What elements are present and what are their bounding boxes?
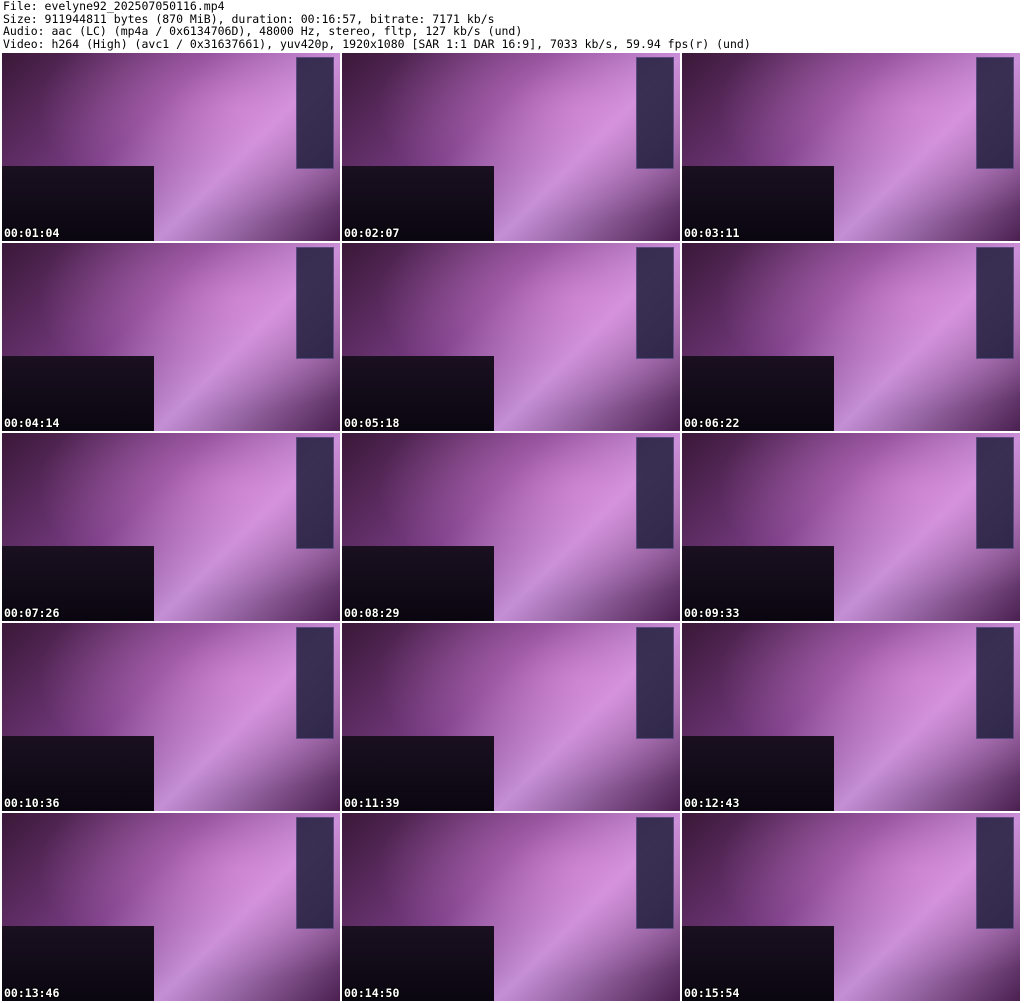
stream-overlay-panel [636,57,674,169]
stream-overlay-panel [296,817,334,929]
thumbnail-timestamp: 00:07:26 [4,606,60,620]
stream-overlay-panel [296,437,334,549]
video-thumbnail: 00:01:04 [2,53,340,241]
video-thumbnail: 00:14:50 [342,813,680,1001]
video-thumbnail: 00:04:14 [2,243,340,431]
thumbnail-timestamp: 00:12:43 [684,796,740,810]
thumbnail-grid: 00:01:04 00:02:07 00:03:11 00:04:14 00:05:18… [2,53,1020,1001]
thumbnail-timestamp: 00:15:54 [684,986,740,1000]
stream-overlay-panel [976,247,1014,359]
stream-overlay-panel [636,437,674,549]
file-name: File: evelyne92_202507050116.mp4 [3,0,225,13]
video-thumbnail: 00:10:36 [2,623,340,811]
thumbnail-timestamp: 00:03:11 [684,226,740,240]
file-info-header: File: evelyne92_202507050116.mp4 Size: 9… [3,0,751,50]
stream-overlay-panel [636,247,674,359]
thumbnail-timestamp: 00:11:39 [344,796,400,810]
video-thumbnail: 00:06:22 [682,243,1020,431]
stream-overlay-panel [296,247,334,359]
stream-overlay-panel [976,817,1014,929]
thumbnail-timestamp: 00:05:18 [344,416,400,430]
stream-overlay-panel [976,57,1014,169]
video-thumbnail: 00:11:39 [342,623,680,811]
thumbnail-timestamp: 00:02:07 [344,226,400,240]
stream-overlay-panel [976,437,1014,549]
video-thumbnail: 00:02:07 [342,53,680,241]
thumbnail-timestamp: 00:10:36 [4,796,60,810]
audio-info: Audio: aac (LC) (mp4a / 0x6134706D), 480… [3,24,523,38]
thumbnail-timestamp: 00:13:46 [4,986,60,1000]
thumbnail-timestamp: 00:08:29 [344,606,400,620]
thumbnail-timestamp: 00:09:33 [684,606,740,620]
video-info: Video: h264 (High) (avc1 / 0x31637661), … [3,36,751,51]
video-thumbnail: 00:07:26 [2,433,340,621]
stream-overlay-panel [296,627,334,739]
thumbnail-timestamp: 00:06:22 [684,416,740,430]
video-thumbnail: 00:15:54 [682,813,1020,1001]
video-thumbnail: 00:12:43 [682,623,1020,811]
video-thumbnail: 00:03:11 [682,53,1020,241]
video-thumbnail: 00:13:46 [2,813,340,1001]
video-thumbnail: 00:05:18 [342,243,680,431]
video-thumbnail: 00:09:33 [682,433,1020,621]
thumbnail-timestamp: 00:14:50 [344,986,400,1000]
stream-overlay-panel [296,57,334,169]
stream-overlay-panel [636,817,674,929]
stream-overlay-panel [636,627,674,739]
stream-overlay-panel [976,627,1014,739]
thumbnail-timestamp: 00:04:14 [4,416,60,430]
video-thumbnail: 00:08:29 [342,433,680,621]
thumbnail-timestamp: 00:01:04 [4,226,60,240]
